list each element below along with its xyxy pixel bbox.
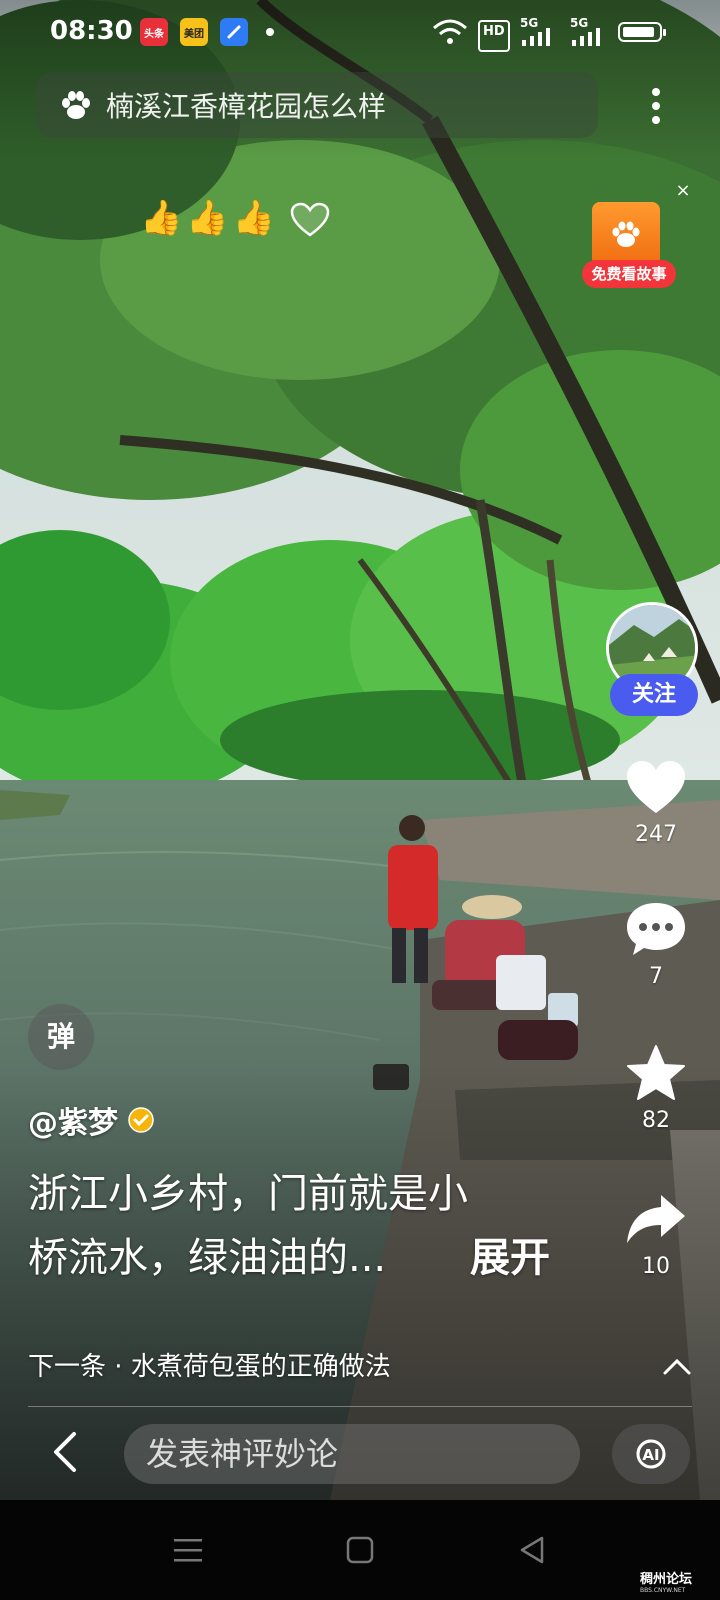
heart-outline-icon[interactable]: [290, 202, 330, 238]
heart-icon: [627, 761, 685, 813]
more-options-icon[interactable]: [634, 84, 678, 128]
search-query: 楠溪江香樟花园怎么样: [106, 90, 387, 123]
close-promo-icon[interactable]: ×: [674, 182, 692, 200]
book-icon: [592, 202, 660, 266]
baidu-paw-icon: [62, 91, 90, 119]
like-count: 247: [635, 822, 677, 847]
hd-voice-icon: HD: [478, 20, 510, 52]
du-logo-icon: [612, 221, 640, 247]
status-time: 08:30: [50, 16, 133, 46]
share-count: 10: [642, 1254, 670, 1279]
author-name-row[interactable]: @紫梦: [28, 1098, 154, 1142]
battery-icon: [618, 22, 666, 42]
reaction-emojis: 👍 👍 👍: [140, 198, 275, 238]
watermark-sub: BBS.CNYW.NET: [640, 1587, 686, 1594]
browser-app-icon: [220, 18, 248, 46]
comment-count: 7: [649, 964, 663, 989]
favorite-button[interactable]: 82: [614, 1042, 698, 1133]
home-icon[interactable]: [340, 1530, 380, 1570]
thumbs-up-icon: 👍: [232, 198, 276, 238]
divider: [28, 1406, 692, 1407]
share-button[interactable]: 10: [614, 1188, 698, 1279]
svg-text:AI: AI: [642, 1446, 659, 1464]
ai-icon: AI: [636, 1439, 666, 1469]
comment-input[interactable]: 发表神评妙论: [124, 1424, 580, 1484]
verified-badge-icon: [128, 1107, 154, 1133]
status-bar: 08:30 头条 美团 HD 5G 5G: [0, 0, 720, 64]
share-arrow-icon: [627, 1195, 685, 1243]
favorite-count: 82: [642, 1108, 670, 1133]
notification-dot: [266, 28, 274, 36]
screen: 08:30 头条 美团 HD 5G 5G 楠溪江香樟花园怎么样 👍 👍 👍 免费…: [0, 0, 720, 1600]
thumbs-up-icon: 👍: [186, 198, 229, 238]
comment-bubble-icon: [627, 903, 685, 955]
thumbs-up-icon: 👍: [140, 198, 183, 238]
menu-icon[interactable]: [168, 1530, 208, 1570]
caption-line-1: 浙江小乡村，门前就是小: [28, 1171, 468, 1217]
chevron-up-icon[interactable]: [662, 1356, 692, 1376]
meituan-app-icon: 美团: [180, 18, 208, 46]
free-story-promo[interactable]: 免费看故事: [582, 196, 680, 296]
toutiao-app-icon: 头条: [140, 18, 168, 46]
star-icon: [627, 1045, 685, 1100]
back-triangle-icon[interactable]: [512, 1530, 552, 1570]
signal-icon-2: [572, 28, 600, 46]
signal-icon-1: [522, 28, 550, 46]
next-video-link[interactable]: 下一条 · 水煮荷包蛋的正确做法: [28, 1346, 391, 1383]
expand-caption-button[interactable]: 展开: [470, 1226, 550, 1290]
danmaku-toggle-button[interactable]: 弹: [28, 1004, 94, 1070]
author-name: @紫梦: [28, 1106, 118, 1141]
like-button[interactable]: 247: [614, 756, 698, 847]
watermark-title: 稠州论坛: [640, 1572, 693, 1587]
comment-button[interactable]: 7: [614, 898, 698, 989]
story-label: 免费看故事: [582, 260, 676, 288]
ai-assistant-button[interactable]: AI: [612, 1424, 690, 1484]
follow-button[interactable]: 关注: [610, 674, 698, 716]
system-nav-bar: [0, 1500, 720, 1600]
search-bar[interactable]: 楠溪江香樟花园怎么样: [36, 72, 598, 138]
wifi-icon: [433, 19, 467, 44]
back-arrow-icon[interactable]: [48, 1430, 82, 1474]
battery-level: [623, 27, 654, 37]
forum-watermark: 稠州论坛 BBS.CNYW.NET: [640, 1568, 692, 1594]
